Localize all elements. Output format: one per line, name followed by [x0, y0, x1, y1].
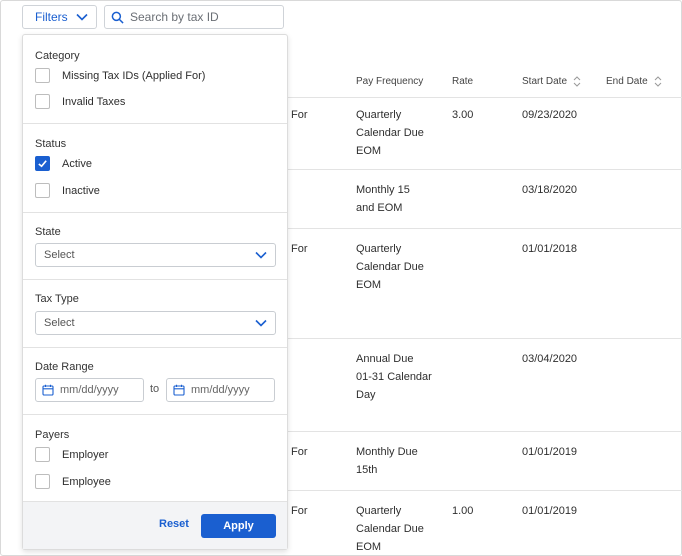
- chevron-down-icon: [255, 251, 267, 259]
- header-end-date[interactable]: End Date: [606, 76, 662, 87]
- row-divider: [287, 228, 682, 229]
- tax-type-title: Tax Type: [35, 293, 79, 305]
- row-divider: [287, 338, 682, 339]
- calendar-icon: [173, 384, 185, 396]
- checkbox[interactable]: [35, 68, 50, 83]
- checkbox[interactable]: [35, 474, 50, 489]
- row-5-status: For: [291, 446, 308, 458]
- filters-label: Filters: [35, 10, 68, 24]
- header-pay-frequency[interactable]: Pay Frequency: [356, 76, 423, 87]
- state-title: State: [35, 226, 61, 238]
- chevron-down-icon: [76, 13, 88, 21]
- row-divider: [287, 490, 682, 491]
- divider: [23, 414, 287, 415]
- row-3-status: For: [291, 243, 308, 255]
- calendar-icon: [42, 384, 54, 396]
- status-option-active[interactable]: Active: [35, 156, 92, 171]
- date-range-to-label: to: [150, 383, 160, 395]
- search-input[interactable]: [130, 10, 280, 24]
- state-select[interactable]: Select: [35, 243, 276, 267]
- chevron-down-icon: [255, 319, 267, 327]
- payers-title: Payers: [35, 429, 70, 441]
- divider: [23, 212, 287, 213]
- payers-option-employee[interactable]: Employee: [35, 474, 111, 489]
- row-divider: [287, 431, 682, 432]
- row-4-pay-frequency: Annual Due 01-31 Calendar Day: [356, 353, 432, 401]
- row-1-status: For: [291, 109, 308, 121]
- row-5-pay-frequency: Monthly Due 15th: [356, 446, 418, 476]
- tax-type-select[interactable]: Select: [35, 311, 276, 335]
- divider: [23, 123, 287, 124]
- reset-button[interactable]: Reset: [159, 518, 189, 530]
- checkbox[interactable]: [35, 447, 50, 462]
- row-2-pay-frequency: Monthly 15 and EOM: [356, 184, 410, 214]
- row-6-start-date: 01/01/2019: [522, 505, 578, 517]
- category-title: Category: [35, 50, 80, 62]
- category-option-invalid-taxes[interactable]: Invalid Taxes: [35, 94, 125, 109]
- row-4-start-date: 03/04/2020: [522, 353, 578, 365]
- sort-icon[interactable]: [654, 76, 662, 87]
- header-start-date[interactable]: Start Date: [522, 76, 581, 87]
- divider: [23, 347, 287, 348]
- filters-footer: Reset Apply: [23, 501, 287, 549]
- header-divider: [287, 97, 682, 98]
- status-option-inactive[interactable]: Inactive: [35, 183, 100, 198]
- row-1-pay-frequency: Quarterly Calendar Due EOM: [356, 109, 424, 157]
- row-divider: [287, 169, 682, 170]
- search-icon: [111, 11, 124, 24]
- row-1-rate: 3.00: [452, 109, 474, 121]
- checkbox-checked[interactable]: [35, 156, 50, 171]
- checkbox[interactable]: [35, 183, 50, 198]
- row-6-status: For: [291, 505, 308, 517]
- filters-button[interactable]: Filters: [22, 5, 97, 29]
- apply-button[interactable]: Apply: [201, 514, 276, 538]
- sort-icon[interactable]: [573, 76, 581, 87]
- category-option-missing-tax-ids[interactable]: Missing Tax IDs (Applied For): [35, 68, 205, 83]
- check-icon: [38, 160, 47, 168]
- date-from-input[interactable]: mm/dd/yyyy: [35, 378, 144, 402]
- row-1-start-date: 09/23/2020: [522, 109, 578, 121]
- payers-option-employer[interactable]: Employer: [35, 447, 108, 462]
- header-rate[interactable]: Rate: [452, 76, 473, 87]
- status-title: Status: [35, 138, 67, 150]
- row-2-start-date: 03/18/2020: [522, 184, 578, 196]
- row-3-pay-frequency: Quarterly Calendar Due EOM: [356, 243, 424, 291]
- checkbox[interactable]: [35, 94, 50, 109]
- row-6-rate: 1.00: [452, 505, 474, 517]
- row-5-start-date: 01/01/2019: [522, 446, 578, 458]
- filters-panel: Category Missing Tax IDs (Applied For) I…: [22, 34, 288, 550]
- divider: [23, 279, 287, 280]
- row-3-start-date: 01/01/2018: [522, 243, 578, 255]
- search-box[interactable]: [104, 5, 284, 29]
- date-to-input[interactable]: mm/dd/yyyy: [166, 378, 275, 402]
- date-range-title: Date Range: [35, 361, 94, 373]
- row-6-pay-frequency: Quarterly Calendar Due EOM: [356, 505, 424, 553]
